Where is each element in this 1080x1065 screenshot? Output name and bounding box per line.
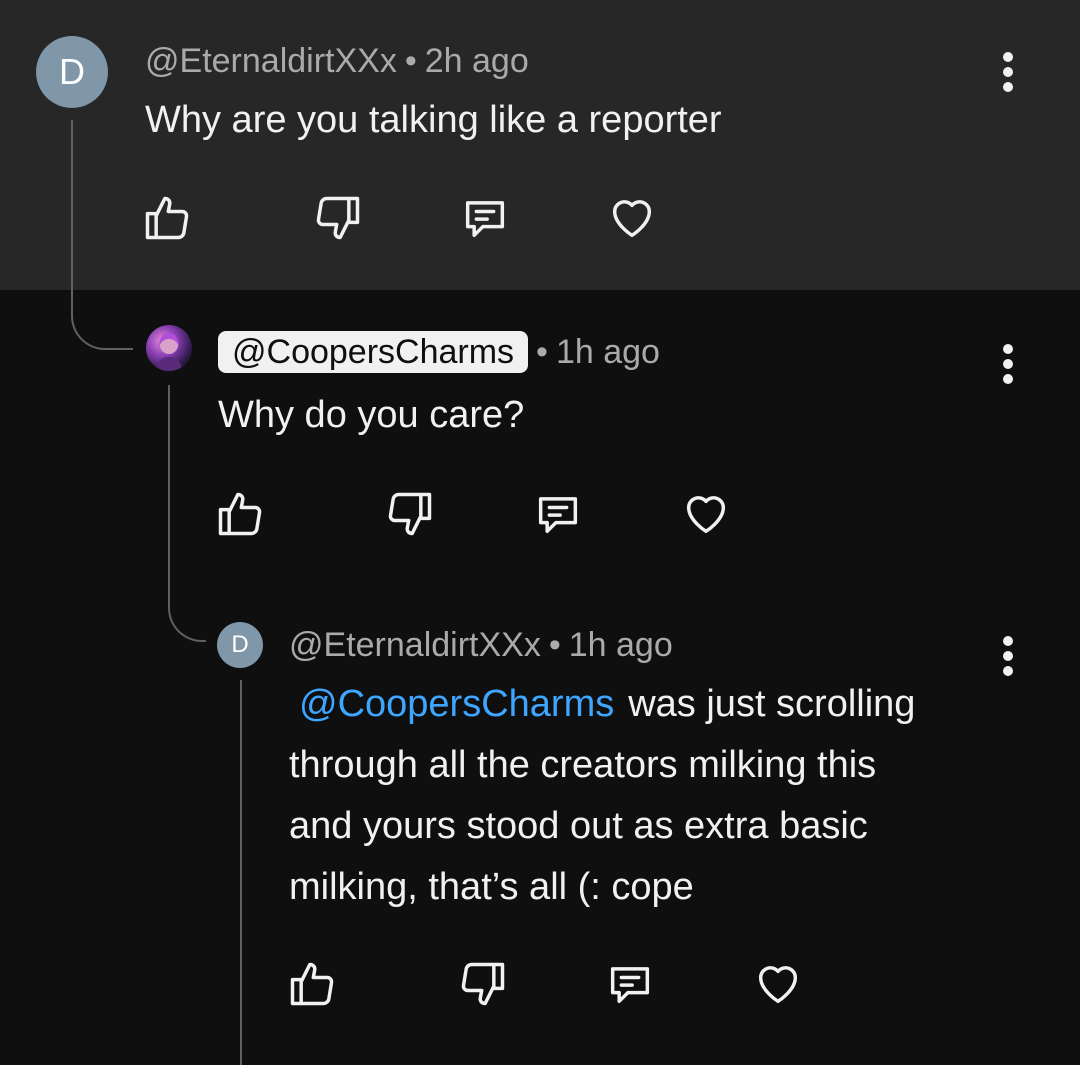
mention-link[interactable]: @CoopersCharms	[299, 683, 614, 725]
like-icon	[218, 492, 262, 536]
timestamp: 2h ago	[424, 42, 529, 80]
more-options-icon[interactable]	[998, 636, 1018, 676]
reply-icon	[610, 967, 650, 1004]
timestamp: 1h ago	[555, 333, 660, 371]
author-handle[interactable]: @EternaldirtXXx	[289, 626, 541, 664]
dislike-button[interactable]	[384, 488, 436, 540]
comment-text: @CoopersCharms was just scrolling through…	[289, 674, 1029, 918]
like-button[interactable]	[286, 958, 338, 1010]
thread-line	[168, 385, 170, 585]
dislike-icon	[461, 962, 505, 1006]
avatar[interactable]	[146, 325, 192, 371]
reply-icon	[465, 201, 505, 238]
reply-icon	[538, 497, 578, 534]
comment-meta: @EternaldirtXXx • 1h ago	[289, 626, 673, 665]
meta-separator: •	[404, 42, 417, 80]
more-options-icon[interactable]	[998, 52, 1018, 92]
reply-button[interactable]	[604, 958, 656, 1010]
more-options-icon[interactable]	[998, 344, 1018, 384]
heart-icon	[686, 496, 726, 534]
thread-connector	[168, 583, 206, 642]
reply-button[interactable]	[532, 488, 584, 540]
comment-meta: @CoopersCharms • 1h ago	[218, 331, 660, 373]
thread-line	[71, 120, 73, 260]
avatar[interactable]: D	[36, 36, 108, 108]
heart-icon	[758, 966, 798, 1004]
dislike-icon	[316, 196, 360, 240]
heart-button[interactable]	[606, 192, 658, 244]
like-button[interactable]	[214, 488, 266, 540]
comment-meta: @EternaldirtXXx • 2h ago	[145, 42, 529, 81]
heart-button[interactable]	[680, 488, 732, 540]
heart-icon	[612, 200, 652, 238]
reply-button[interactable]	[459, 192, 511, 244]
dislike-button[interactable]	[312, 192, 364, 244]
author-handle[interactable]: @EternaldirtXXx	[145, 42, 397, 80]
dislike-button[interactable]	[457, 958, 509, 1010]
dislike-icon	[388, 492, 432, 536]
creator-handle-chip[interactable]: @CoopersCharms	[218, 331, 529, 373]
timestamp: 1h ago	[568, 626, 673, 664]
heart-button[interactable]	[752, 958, 804, 1010]
meta-separator: •	[548, 626, 561, 664]
like-icon	[290, 962, 334, 1006]
like-button[interactable]	[141, 192, 193, 244]
comment-text: Why do you care?	[218, 394, 525, 436]
like-icon	[145, 196, 189, 240]
comment-text-line: milking, that’s all (: cope	[289, 866, 694, 908]
avatar[interactable]: D	[217, 622, 263, 668]
comment-text-line: and yours stood out as extra basic	[289, 805, 868, 847]
thread-connector	[71, 258, 133, 350]
meta-separator: •	[536, 333, 548, 371]
comment-text-line: was just scrolling	[628, 683, 916, 725]
comment-text: Why are you talking like a reporter	[145, 99, 722, 141]
comment-text-line: through all the creators milking this	[289, 744, 877, 786]
profile-photo	[156, 333, 182, 371]
thread-line	[240, 680, 242, 1065]
